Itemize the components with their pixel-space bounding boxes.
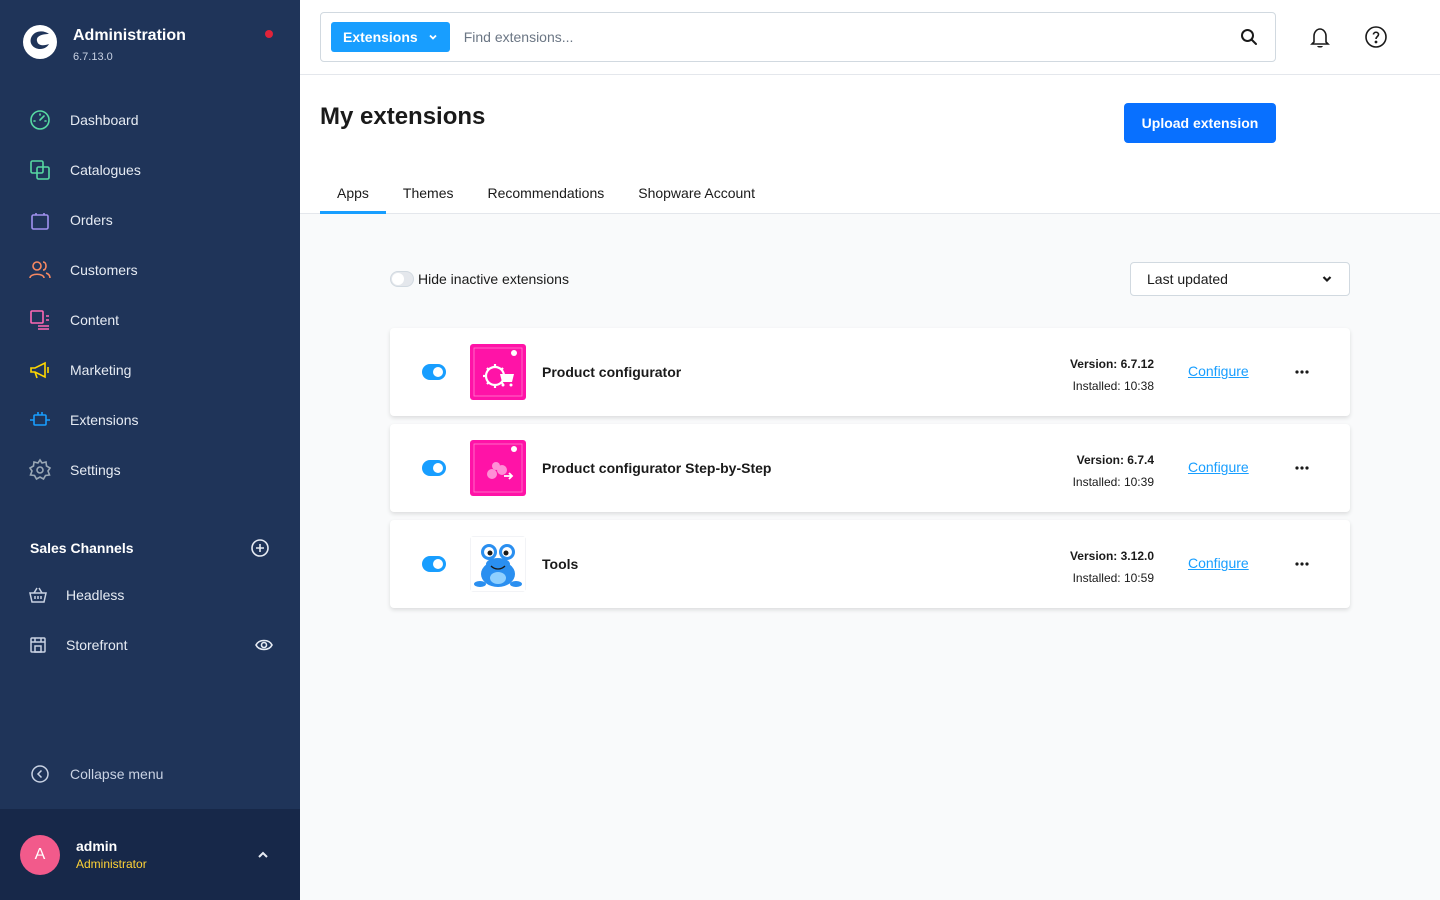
user-name: admin [76, 838, 118, 854]
search-icon[interactable] [1239, 27, 1259, 47]
extension-version: Version: 3.12.0 [1069, 549, 1154, 563]
user-role: Administrator [76, 857, 147, 871]
sidebar-item-catalogues[interactable]: Catalogues [0, 145, 300, 195]
orders-icon [31, 213, 49, 230]
sidebar-item-label: Settings [70, 462, 121, 478]
collapse-menu-label: Collapse menu [70, 766, 164, 782]
sidebar-item-marketing[interactable]: Marketing [0, 345, 300, 395]
extension-version: Version: 6.7.4 [1076, 453, 1154, 467]
configure-link[interactable]: Configure [1188, 363, 1249, 379]
sidebar-item-extensions[interactable]: Extensions [0, 395, 300, 445]
tab-themes[interactable]: Themes [386, 175, 471, 214]
configure-link[interactable]: Configure [1188, 555, 1249, 571]
tab-shopware-account[interactable]: Shopware Account [621, 175, 772, 214]
hide-inactive-toggle[interactable] [390, 271, 414, 287]
app-title: Administration [73, 27, 186, 44]
sidebar-item-label: Extensions [70, 412, 139, 428]
search-type-label: Extensions [343, 29, 418, 45]
extension-card: Tools Version: 3.12.0 Installed: 10:59 C… [390, 520, 1350, 608]
frog-logo-icon [470, 536, 526, 592]
brand[interactable]: Administration 6.7.13.0 [22, 24, 186, 63]
extension-active-switch[interactable] [422, 364, 446, 380]
add-sales-channel-icon[interactable] [250, 538, 270, 558]
bell-icon[interactable] [1308, 25, 1332, 49]
settings-icon [28, 458, 52, 481]
dashboard-icon [30, 110, 50, 130]
extension-card: Product configurator Step-by-Step Versio… [390, 424, 1350, 512]
top-bar: Extensions [300, 0, 1440, 75]
upload-extension-button[interactable]: Upload extension [1124, 103, 1276, 143]
sidebar-item-orders[interactable]: Orders [0, 195, 300, 245]
tab-recommendations[interactable]: Recommendations [471, 175, 622, 214]
extension-meta: Version: 3.12.0 Installed: 10:59 [1070, 545, 1154, 589]
sales-channels-header: Sales Channels [30, 538, 270, 558]
sales-channels-title: Sales Channels [30, 540, 134, 556]
extension-card: Product configurator Version: 6.7.12 Ins… [390, 328, 1350, 416]
step-by-step-logo-icon [470, 440, 526, 496]
shopware-logo-icon [23, 25, 57, 59]
avatar: A [20, 834, 60, 875]
sidebar-item-label: Customers [70, 262, 138, 278]
page-header: My extensions Upload extension Apps Them… [300, 75, 1440, 214]
page-title: My extensions [320, 103, 486, 130]
sales-channel-label: Headless [66, 587, 125, 603]
marketing-icon [30, 361, 49, 379]
search-bar: Extensions [320, 12, 1276, 62]
configure-link[interactable]: Configure [1188, 459, 1249, 475]
user-menu[interactable]: A admin Administrator [0, 809, 300, 900]
sidebar-item-customers[interactable]: Customers [0, 245, 300, 295]
sidebar-item-label: Catalogues [70, 162, 141, 178]
basket-icon [29, 587, 47, 603]
tabs: Apps Themes Recommendations Shopware Acc… [320, 175, 772, 214]
extension-installed: Installed: 10:59 [1072, 571, 1154, 585]
extension-active-switch[interactable] [422, 556, 446, 572]
chevron-down-icon [429, 34, 437, 40]
sidebar-item-label: Orders [70, 212, 113, 228]
filter-row: Hide inactive extensions Last updated [390, 262, 1350, 296]
catalogues-icon [30, 160, 50, 180]
main-nav: Dashboard Catalogues Orders Customers Co… [0, 95, 300, 495]
sales-channel-headless[interactable]: Headless [28, 580, 274, 610]
chevron-up-icon[interactable] [256, 848, 270, 862]
chevron-left-circle-icon [31, 765, 49, 783]
extension-name: Tools [542, 556, 579, 572]
search-input[interactable] [463, 29, 1239, 45]
chevron-down-icon [1322, 276, 1332, 283]
more-options-icon[interactable] [1292, 362, 1312, 382]
help-icon[interactable] [1364, 25, 1388, 49]
sidebar-item-content[interactable]: Content [0, 295, 300, 345]
extension-active-switch[interactable] [422, 460, 446, 476]
more-options-icon[interactable] [1292, 458, 1312, 478]
sidebar-item-label: Content [70, 312, 120, 328]
sales-channel-storefront[interactable]: Storefront [28, 630, 274, 660]
hide-inactive-label: Hide inactive extensions [418, 271, 569, 287]
sidebar-item-label: Dashboard [70, 112, 139, 128]
extension-name: Product configurator [542, 364, 682, 380]
sales-channel-label: Storefront [66, 637, 128, 653]
tab-apps[interactable]: Apps [320, 175, 386, 214]
configurator-logo-icon [470, 344, 526, 400]
sidebar-item-dashboard[interactable]: Dashboard [0, 95, 300, 145]
sort-select-value: Last updated [1147, 271, 1228, 287]
extension-installed: Installed: 10:38 [1072, 379, 1154, 393]
customers-icon [29, 261, 51, 279]
eye-icon[interactable] [254, 635, 274, 655]
content-icon [30, 310, 49, 330]
collapse-menu-button[interactable]: Collapse menu [30, 764, 163, 784]
app-version: 6.7.13.0 [73, 51, 113, 63]
storefront-icon [30, 637, 46, 653]
extension-version: Version: 6.7.12 [1069, 357, 1154, 371]
search-type-dropdown[interactable]: Extensions [331, 22, 450, 52]
sidebar-item-settings[interactable]: Settings [0, 445, 300, 495]
sort-select[interactable]: Last updated [1130, 262, 1350, 296]
notification-dot [265, 30, 273, 38]
extension-meta: Version: 6.7.12 Installed: 10:38 [1070, 353, 1154, 397]
sidebar-item-label: Marketing [70, 362, 132, 378]
more-options-icon[interactable] [1292, 554, 1312, 574]
extension-installed: Installed: 10:39 [1072, 475, 1154, 489]
sidebar: Administration 6.7.13.0 Dashboard Catalo… [0, 0, 300, 900]
extensions-icon [30, 412, 50, 426]
extension-meta: Version: 6.7.4 Installed: 10:39 [1073, 449, 1154, 493]
extension-name: Product configurator Step-by-Step [542, 460, 772, 476]
